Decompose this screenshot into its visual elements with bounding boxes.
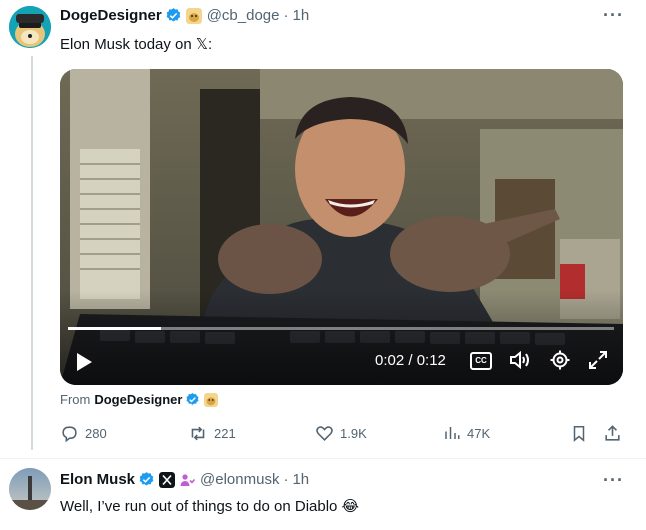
video-frame	[60, 69, 623, 385]
doge-badge-icon	[204, 392, 219, 407]
from-prefix: From	[60, 392, 91, 407]
more-icon[interactable]: ···	[603, 470, 624, 491]
avatar-elonmusk[interactable]	[9, 468, 51, 510]
views-icon	[445, 427, 460, 439]
video-attribution: From DogeDesigner	[60, 392, 219, 407]
verified-icon	[166, 8, 181, 22]
x-logo-icon	[159, 471, 176, 488]
doge-badge-icon	[185, 7, 202, 24]
handle[interactable]: @elonmusk	[200, 471, 279, 488]
avatar-dogedesigner[interactable]	[9, 6, 51, 48]
repost-count: 221	[214, 426, 236, 441]
tweet-divider	[0, 458, 646, 459]
timestamp[interactable]: 1h	[292, 471, 309, 488]
reply-button[interactable]: 280	[60, 424, 107, 443]
tweet2-header: Elon Musk @elonmusk · 1h	[60, 471, 309, 488]
fullscreen-icon[interactable]	[588, 350, 608, 370]
repost-button[interactable]: 221	[188, 424, 236, 443]
display-name[interactable]: Elon Musk	[60, 471, 135, 488]
like-button[interactable]: 1.9K	[315, 424, 367, 443]
video-progress-track[interactable]	[68, 327, 614, 330]
like-icon	[316, 426, 333, 441]
from-name[interactable]: DogeDesigner	[94, 392, 182, 407]
repost-icon	[191, 426, 205, 441]
verified-icon	[139, 472, 154, 486]
views-button[interactable]: 47K	[443, 424, 490, 442]
handle[interactable]: @cb_doge	[207, 7, 280, 24]
display-name[interactable]: DogeDesigner	[60, 7, 162, 24]
video-player[interactable]: 0:02 / 0:12 CC	[60, 69, 623, 385]
volume-icon[interactable]	[509, 350, 531, 370]
reply-icon	[62, 426, 77, 443]
views-count: 47K	[467, 425, 491, 441]
play-icon[interactable]	[75, 352, 93, 372]
more-icon[interactable]: ···	[603, 5, 624, 26]
video-progress-fill	[68, 327, 161, 330]
video-time: 0:02 / 0:12	[375, 352, 446, 369]
affiliate-icon	[180, 473, 196, 486]
timestamp[interactable]: 1h	[292, 7, 309, 24]
like-count: 1.9K	[340, 426, 367, 441]
share-icon[interactable]	[603, 424, 622, 443]
reply-count: 280	[85, 426, 107, 441]
separator-dot: ·	[283, 7, 289, 24]
thread-line	[31, 56, 33, 450]
bookmark-icon[interactable]	[570, 424, 588, 443]
cc-icon[interactable]: CC	[470, 352, 492, 370]
settings-icon[interactable]	[550, 350, 570, 370]
tweet2-text: Well, I’ve run out of things to do on Di…	[60, 498, 360, 515]
cc-label: CC	[475, 356, 487, 365]
tweet1-text: Elon Musk today on 𝕏:	[60, 36, 213, 53]
tweet1-actions: 280 221 1.9K 47K	[60, 424, 623, 444]
separator-dot: ·	[283, 471, 289, 488]
tweet1-header: DogeDesigner @cb_doge · 1h	[60, 7, 309, 24]
verified-icon	[186, 392, 199, 405]
